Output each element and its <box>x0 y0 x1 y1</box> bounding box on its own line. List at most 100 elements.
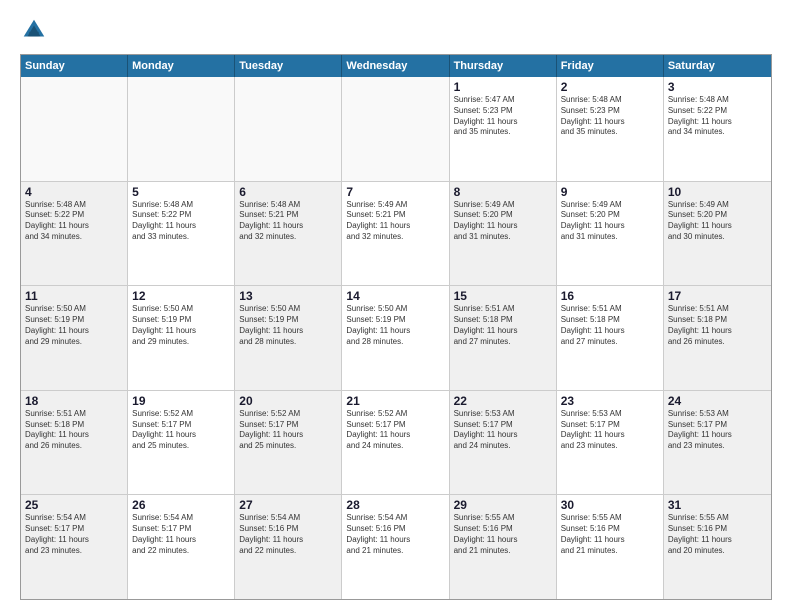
logo <box>20 16 52 44</box>
day-info: Sunrise: 5:54 AM Sunset: 5:16 PM Dayligh… <box>346 513 444 556</box>
calendar-day-28: 28Sunrise: 5:54 AM Sunset: 5:16 PM Dayli… <box>342 495 449 599</box>
day-info: Sunrise: 5:49 AM Sunset: 5:21 PM Dayligh… <box>346 200 444 243</box>
calendar-header: SundayMondayTuesdayWednesdayThursdayFrid… <box>21 55 771 77</box>
calendar-day-5: 5Sunrise: 5:48 AM Sunset: 5:22 PM Daylig… <box>128 182 235 286</box>
calendar-body: 1Sunrise: 5:47 AM Sunset: 5:23 PM Daylig… <box>21 77 771 599</box>
day-number: 23 <box>561 394 659 408</box>
calendar-day-12: 12Sunrise: 5:50 AM Sunset: 5:19 PM Dayli… <box>128 286 235 390</box>
calendar-week-4: 18Sunrise: 5:51 AM Sunset: 5:18 PM Dayli… <box>21 391 771 496</box>
day-number: 9 <box>561 185 659 199</box>
calendar-day-23: 23Sunrise: 5:53 AM Sunset: 5:17 PM Dayli… <box>557 391 664 495</box>
logo-icon <box>20 16 48 44</box>
calendar-day-6: 6Sunrise: 5:48 AM Sunset: 5:21 PM Daylig… <box>235 182 342 286</box>
page: SundayMondayTuesdayWednesdayThursdayFrid… <box>0 0 792 612</box>
day-number: 7 <box>346 185 444 199</box>
header-day-wednesday: Wednesday <box>342 55 449 77</box>
calendar: SundayMondayTuesdayWednesdayThursdayFrid… <box>20 54 772 600</box>
calendar-day-8: 8Sunrise: 5:49 AM Sunset: 5:20 PM Daylig… <box>450 182 557 286</box>
day-number: 16 <box>561 289 659 303</box>
day-info: Sunrise: 5:53 AM Sunset: 5:17 PM Dayligh… <box>668 409 767 452</box>
day-number: 6 <box>239 185 337 199</box>
day-info: Sunrise: 5:54 AM Sunset: 5:17 PM Dayligh… <box>25 513 123 556</box>
day-number: 12 <box>132 289 230 303</box>
day-number: 27 <box>239 498 337 512</box>
day-info: Sunrise: 5:50 AM Sunset: 5:19 PM Dayligh… <box>239 304 337 347</box>
calendar-day-25: 25Sunrise: 5:54 AM Sunset: 5:17 PM Dayli… <box>21 495 128 599</box>
calendar-week-2: 4Sunrise: 5:48 AM Sunset: 5:22 PM Daylig… <box>21 182 771 287</box>
day-number: 11 <box>25 289 123 303</box>
calendar-day-18: 18Sunrise: 5:51 AM Sunset: 5:18 PM Dayli… <box>21 391 128 495</box>
calendar-day-16: 16Sunrise: 5:51 AM Sunset: 5:18 PM Dayli… <box>557 286 664 390</box>
day-info: Sunrise: 5:54 AM Sunset: 5:17 PM Dayligh… <box>132 513 230 556</box>
day-info: Sunrise: 5:54 AM Sunset: 5:16 PM Dayligh… <box>239 513 337 556</box>
calendar-day-1: 1Sunrise: 5:47 AM Sunset: 5:23 PM Daylig… <box>450 77 557 181</box>
calendar-day-14: 14Sunrise: 5:50 AM Sunset: 5:19 PM Dayli… <box>342 286 449 390</box>
day-info: Sunrise: 5:53 AM Sunset: 5:17 PM Dayligh… <box>561 409 659 452</box>
day-number: 3 <box>668 80 767 94</box>
calendar-week-5: 25Sunrise: 5:54 AM Sunset: 5:17 PM Dayli… <box>21 495 771 599</box>
calendar-day-22: 22Sunrise: 5:53 AM Sunset: 5:17 PM Dayli… <box>450 391 557 495</box>
day-number: 13 <box>239 289 337 303</box>
calendar-day-9: 9Sunrise: 5:49 AM Sunset: 5:20 PM Daylig… <box>557 182 664 286</box>
calendar-empty-cell <box>128 77 235 181</box>
day-info: Sunrise: 5:48 AM Sunset: 5:22 PM Dayligh… <box>25 200 123 243</box>
header-day-saturday: Saturday <box>664 55 771 77</box>
day-number: 8 <box>454 185 552 199</box>
day-info: Sunrise: 5:48 AM Sunset: 5:22 PM Dayligh… <box>132 200 230 243</box>
calendar-day-13: 13Sunrise: 5:50 AM Sunset: 5:19 PM Dayli… <box>235 286 342 390</box>
day-number: 24 <box>668 394 767 408</box>
day-info: Sunrise: 5:51 AM Sunset: 5:18 PM Dayligh… <box>454 304 552 347</box>
calendar-empty-cell <box>235 77 342 181</box>
day-number: 10 <box>668 185 767 199</box>
calendar-day-3: 3Sunrise: 5:48 AM Sunset: 5:22 PM Daylig… <box>664 77 771 181</box>
day-info: Sunrise: 5:49 AM Sunset: 5:20 PM Dayligh… <box>561 200 659 243</box>
day-number: 4 <box>25 185 123 199</box>
calendar-empty-cell <box>21 77 128 181</box>
day-number: 19 <box>132 394 230 408</box>
day-info: Sunrise: 5:50 AM Sunset: 5:19 PM Dayligh… <box>132 304 230 347</box>
calendar-day-26: 26Sunrise: 5:54 AM Sunset: 5:17 PM Dayli… <box>128 495 235 599</box>
day-number: 26 <box>132 498 230 512</box>
day-number: 14 <box>346 289 444 303</box>
header-day-thursday: Thursday <box>450 55 557 77</box>
calendar-day-15: 15Sunrise: 5:51 AM Sunset: 5:18 PM Dayli… <box>450 286 557 390</box>
day-info: Sunrise: 5:51 AM Sunset: 5:18 PM Dayligh… <box>668 304 767 347</box>
day-info: Sunrise: 5:48 AM Sunset: 5:22 PM Dayligh… <box>668 95 767 138</box>
calendar-day-30: 30Sunrise: 5:55 AM Sunset: 5:16 PM Dayli… <box>557 495 664 599</box>
day-info: Sunrise: 5:52 AM Sunset: 5:17 PM Dayligh… <box>239 409 337 452</box>
day-number: 29 <box>454 498 552 512</box>
day-info: Sunrise: 5:51 AM Sunset: 5:18 PM Dayligh… <box>561 304 659 347</box>
day-number: 31 <box>668 498 767 512</box>
calendar-day-11: 11Sunrise: 5:50 AM Sunset: 5:19 PM Dayli… <box>21 286 128 390</box>
day-number: 1 <box>454 80 552 94</box>
header <box>20 16 772 44</box>
day-info: Sunrise: 5:47 AM Sunset: 5:23 PM Dayligh… <box>454 95 552 138</box>
day-info: Sunrise: 5:51 AM Sunset: 5:18 PM Dayligh… <box>25 409 123 452</box>
header-day-sunday: Sunday <box>21 55 128 77</box>
calendar-day-21: 21Sunrise: 5:52 AM Sunset: 5:17 PM Dayli… <box>342 391 449 495</box>
day-info: Sunrise: 5:52 AM Sunset: 5:17 PM Dayligh… <box>346 409 444 452</box>
header-day-monday: Monday <box>128 55 235 77</box>
day-number: 5 <box>132 185 230 199</box>
calendar-day-27: 27Sunrise: 5:54 AM Sunset: 5:16 PM Dayli… <box>235 495 342 599</box>
calendar-empty-cell <box>342 77 449 181</box>
calendar-day-20: 20Sunrise: 5:52 AM Sunset: 5:17 PM Dayli… <box>235 391 342 495</box>
day-number: 15 <box>454 289 552 303</box>
header-day-tuesday: Tuesday <box>235 55 342 77</box>
calendar-day-29: 29Sunrise: 5:55 AM Sunset: 5:16 PM Dayli… <box>450 495 557 599</box>
calendar-week-3: 11Sunrise: 5:50 AM Sunset: 5:19 PM Dayli… <box>21 286 771 391</box>
day-info: Sunrise: 5:49 AM Sunset: 5:20 PM Dayligh… <box>454 200 552 243</box>
calendar-day-7: 7Sunrise: 5:49 AM Sunset: 5:21 PM Daylig… <box>342 182 449 286</box>
day-info: Sunrise: 5:53 AM Sunset: 5:17 PM Dayligh… <box>454 409 552 452</box>
calendar-day-24: 24Sunrise: 5:53 AM Sunset: 5:17 PM Dayli… <box>664 391 771 495</box>
day-info: Sunrise: 5:49 AM Sunset: 5:20 PM Dayligh… <box>668 200 767 243</box>
day-info: Sunrise: 5:50 AM Sunset: 5:19 PM Dayligh… <box>25 304 123 347</box>
day-info: Sunrise: 5:55 AM Sunset: 5:16 PM Dayligh… <box>454 513 552 556</box>
day-number: 2 <box>561 80 659 94</box>
calendar-day-17: 17Sunrise: 5:51 AM Sunset: 5:18 PM Dayli… <box>664 286 771 390</box>
day-info: Sunrise: 5:55 AM Sunset: 5:16 PM Dayligh… <box>668 513 767 556</box>
day-info: Sunrise: 5:48 AM Sunset: 5:23 PM Dayligh… <box>561 95 659 138</box>
day-number: 28 <box>346 498 444 512</box>
calendar-day-4: 4Sunrise: 5:48 AM Sunset: 5:22 PM Daylig… <box>21 182 128 286</box>
calendar-day-31: 31Sunrise: 5:55 AM Sunset: 5:16 PM Dayli… <box>664 495 771 599</box>
